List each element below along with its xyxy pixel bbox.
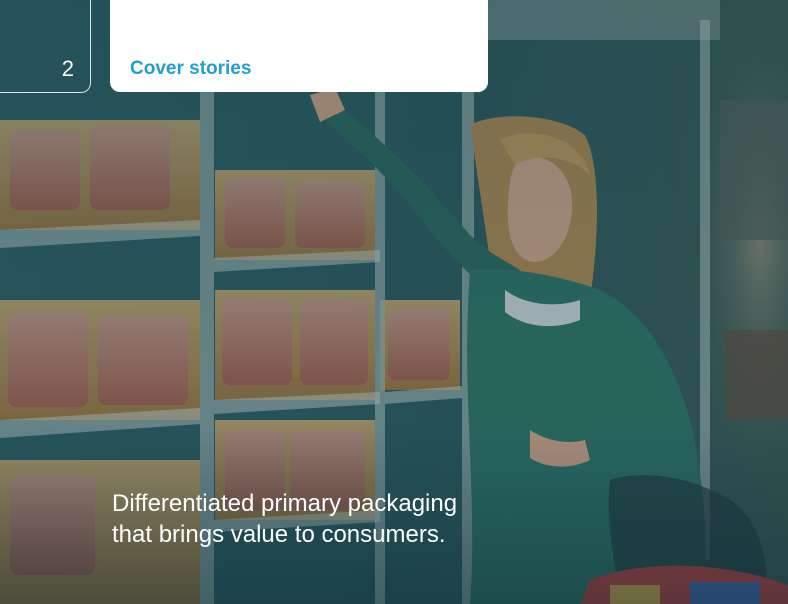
headline-line-2: that brings value to consumers.: [112, 521, 446, 548]
headline-line-1: Differentiated primary packaging: [112, 490, 458, 517]
section-label: Cover stories: [130, 58, 252, 79]
cover-headline: Differentiated primary packaging that br…: [112, 488, 672, 550]
page-number: 2: [61, 56, 74, 81]
section-header-tab: Cover stories: [110, 0, 488, 92]
page-number-box: 2: [0, 0, 91, 93]
